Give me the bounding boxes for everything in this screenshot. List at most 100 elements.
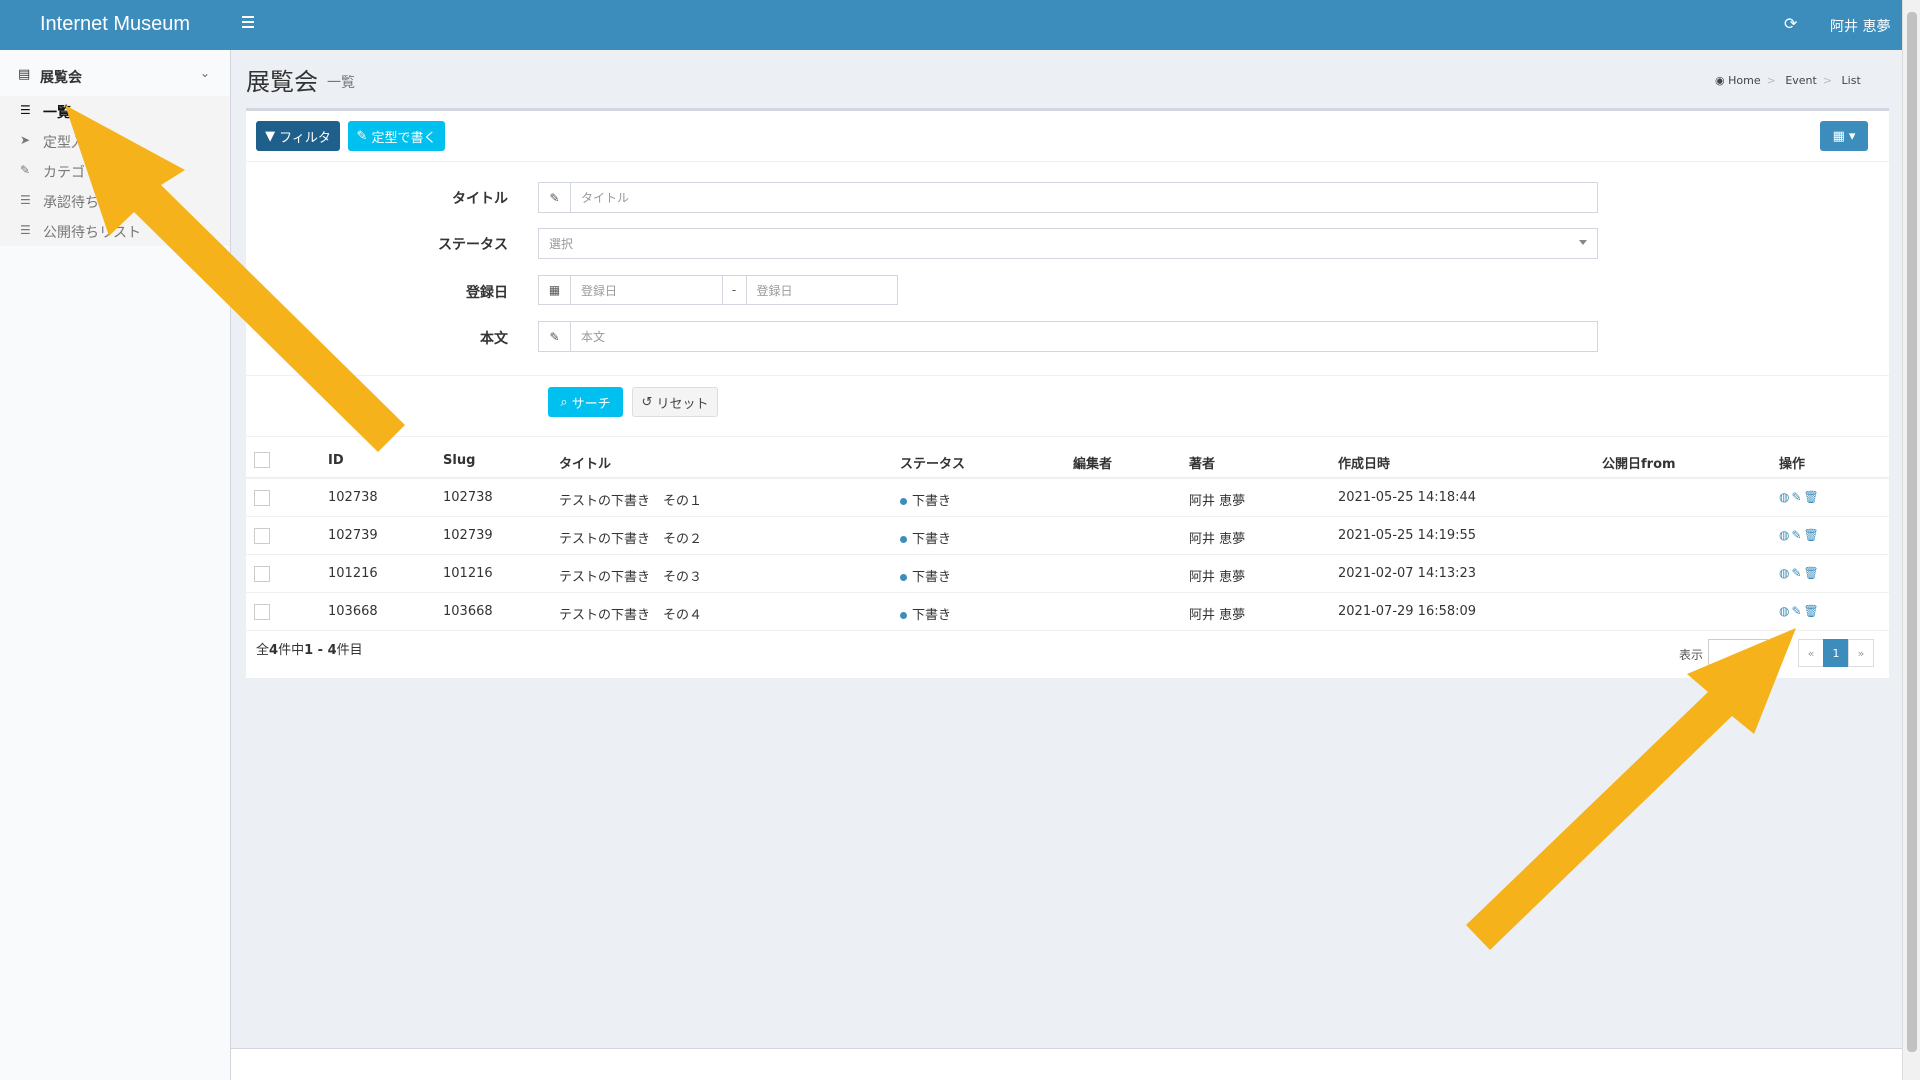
edit-icon[interactable]: ✎ bbox=[1791, 566, 1801, 580]
title-input[interactable]: タイトル bbox=[571, 183, 1597, 212]
sidebar-item-pending-publish[interactable]: ☰ 公開待ちリスト bbox=[0, 216, 230, 246]
sidebar-item-pending-approval[interactable]: ☰ 承認待ち bbox=[0, 186, 230, 216]
breadcrumb: ◉ Home > Event > List bbox=[1715, 74, 1861, 87]
body-input-group[interactable]: ✎ 本文 bbox=[538, 321, 1598, 352]
cell-created: 2021-07-29 16:58:09 bbox=[1338, 604, 1477, 619]
cell-title[interactable]: テストの下書き その２ bbox=[559, 528, 702, 547]
trash-icon[interactable]: 🗑 bbox=[1804, 490, 1819, 504]
page-subtitle: 一覧 bbox=[327, 75, 355, 91]
sidebar-item-label: 一覧 bbox=[43, 105, 71, 121]
trash-icon[interactable]: 🗑 bbox=[1804, 604, 1819, 618]
write-template-button[interactable]: ✎ 定型で書く bbox=[348, 121, 445, 151]
body-input[interactable]: 本文 bbox=[571, 322, 1597, 351]
column-header-author[interactable]: 著者 bbox=[1189, 453, 1215, 472]
trash-icon[interactable]: 🗑 bbox=[1804, 566, 1819, 580]
date-to-input[interactable]: 登録日 bbox=[747, 276, 898, 304]
divider bbox=[246, 436, 1889, 437]
globe-icon[interactable]: ◍ bbox=[1779, 490, 1789, 504]
status-select[interactable]: 選択 bbox=[538, 228, 1598, 259]
refresh-icon[interactable]: ⟳ bbox=[1784, 14, 1797, 33]
chevron-down-icon: ⌄ bbox=[200, 66, 211, 80]
cell-author: 阿井 恵夢 bbox=[1189, 570, 1246, 585]
caret-down-icon: ▾ bbox=[1848, 128, 1856, 144]
main-box: ▼ フィルタ ✎ 定型で書く ▦ ▾ タイトル ✎ タイトル ステータス 選択 登録日… bbox=[246, 108, 1889, 678]
column-header-id[interactable]: ID bbox=[328, 453, 344, 468]
cell-author: 阿井 恵夢 bbox=[1189, 494, 1246, 509]
cell-slug: 102738 bbox=[443, 490, 493, 505]
column-header-created[interactable]: 作成日時 bbox=[1338, 453, 1390, 472]
title-label: タイトル bbox=[452, 191, 508, 207]
cell-slug: 103668 bbox=[443, 604, 493, 619]
sidebar-section-label: 展覧会 bbox=[40, 70, 82, 86]
row-checkbox[interactable] bbox=[254, 528, 270, 544]
scrollbar-thumb[interactable] bbox=[1907, 12, 1917, 1052]
document-icon: ▤ bbox=[18, 67, 31, 82]
globe-icon[interactable]: ◍ bbox=[1779, 566, 1789, 580]
column-header-slug[interactable]: Slug bbox=[443, 453, 475, 468]
user-menu[interactable]: 阿井 恵夢 bbox=[1830, 16, 1890, 36]
cell-status: 下書き bbox=[900, 528, 951, 547]
globe-icon[interactable]: ◍ bbox=[1779, 528, 1789, 542]
status-text: 下書き bbox=[912, 532, 952, 547]
sidebar-item-label: 定型入 bbox=[43, 135, 85, 151]
sidebar-item-label: 公開待ちリスト bbox=[43, 225, 141, 241]
cell-slug: 102739 bbox=[443, 528, 493, 543]
divider bbox=[246, 375, 1889, 376]
column-header-editor[interactable]: 編集者 bbox=[1073, 453, 1112, 472]
page-size-select[interactable] bbox=[1708, 639, 1768, 667]
edit-icon[interactable]: ✎ bbox=[1791, 490, 1801, 504]
row-checkbox[interactable] bbox=[254, 566, 270, 582]
breadcrumb-home[interactable]: Home bbox=[1728, 74, 1760, 87]
cell-title[interactable]: テストの下書き その１ bbox=[559, 490, 702, 509]
edit-icon[interactable]: ✎ bbox=[1791, 604, 1801, 618]
prev-page-button[interactable]: « bbox=[1798, 639, 1824, 667]
row-actions: ◍ ✎ 🗑 bbox=[1779, 604, 1819, 618]
table-row: 102739 102739 テストの下書き その２ 下書き 阿井 恵夢 2021… bbox=[246, 517, 1889, 555]
pencil-icon: ✎ bbox=[539, 322, 571, 351]
summary-range: 1 - 4 bbox=[304, 643, 337, 658]
sidebar-section-header[interactable]: ▤ 展覧会 ⌄ bbox=[0, 60, 230, 90]
filter-button[interactable]: ▼ フィルタ bbox=[256, 121, 340, 151]
cell-title[interactable]: テストの下書き その４ bbox=[559, 604, 702, 623]
column-toggle-button[interactable]: ▦ ▾ bbox=[1820, 121, 1868, 151]
reset-button[interactable]: ↺ リセット bbox=[632, 387, 718, 417]
column-header-title[interactable]: タイトル bbox=[559, 453, 611, 472]
vertical-scrollbar[interactable] bbox=[1902, 0, 1920, 1080]
date-from-input[interactable]: 登録日 bbox=[571, 276, 723, 304]
search-icon: ⌕ bbox=[560, 394, 568, 410]
status-dot bbox=[900, 574, 907, 581]
column-header-publish-from[interactable]: 公開日from bbox=[1602, 453, 1676, 472]
cell-title[interactable]: テストの下書き その３ bbox=[559, 566, 702, 585]
sidebar-item-template[interactable]: ➤ 定型入 bbox=[0, 126, 230, 156]
sidebar-item-list[interactable]: ☰ 一覧 bbox=[0, 96, 230, 126]
brand-logo[interactable]: Internet Museum bbox=[40, 13, 190, 36]
sidebar-item-category[interactable]: ✎ カテゴリ bbox=[0, 156, 230, 186]
globe-icon[interactable]: ◍ bbox=[1779, 604, 1789, 618]
list-icon: ☰ bbox=[20, 103, 31, 117]
status-dot bbox=[900, 612, 907, 619]
next-page-button[interactable]: » bbox=[1848, 639, 1874, 667]
table-row: 103668 103668 テストの下書き その４ 下書き 阿井 恵夢 2021… bbox=[246, 593, 1889, 631]
status-dot bbox=[900, 498, 907, 505]
status-select-value[interactable]: 選択 bbox=[539, 229, 1597, 258]
template-button-label: 定型で書く bbox=[371, 130, 437, 146]
cell-id: 103668 bbox=[328, 604, 378, 619]
hamburger-icon[interactable] bbox=[242, 13, 260, 31]
dashboard-icon: ◉ bbox=[1715, 74, 1725, 87]
breadcrumb-event[interactable]: Event bbox=[1785, 74, 1817, 87]
calendar-icon: ▦ bbox=[539, 276, 571, 304]
search-button[interactable]: ⌕ サーチ bbox=[548, 387, 623, 417]
title-input-group[interactable]: ✎ タイトル bbox=[538, 182, 1598, 213]
status-text: 下書き bbox=[912, 494, 952, 509]
edit-icon[interactable]: ✎ bbox=[1791, 528, 1801, 542]
row-checkbox[interactable] bbox=[254, 490, 270, 506]
top-navbar: Internet Museum ⟳ 阿井 恵夢 bbox=[0, 0, 1902, 50]
page-button-1[interactable]: 1 bbox=[1823, 639, 1849, 667]
row-checkbox[interactable] bbox=[254, 604, 270, 620]
select-all-checkbox[interactable] bbox=[254, 452, 270, 468]
column-header-actions: 操作 bbox=[1779, 457, 1806, 472]
pagination-summary: 全4件中1 - 4件目 bbox=[256, 639, 363, 658]
column-header-status[interactable]: ステータス bbox=[900, 453, 965, 472]
trash-icon[interactable]: 🗑 bbox=[1804, 528, 1819, 542]
cell-author: 阿井 恵夢 bbox=[1189, 532, 1246, 547]
